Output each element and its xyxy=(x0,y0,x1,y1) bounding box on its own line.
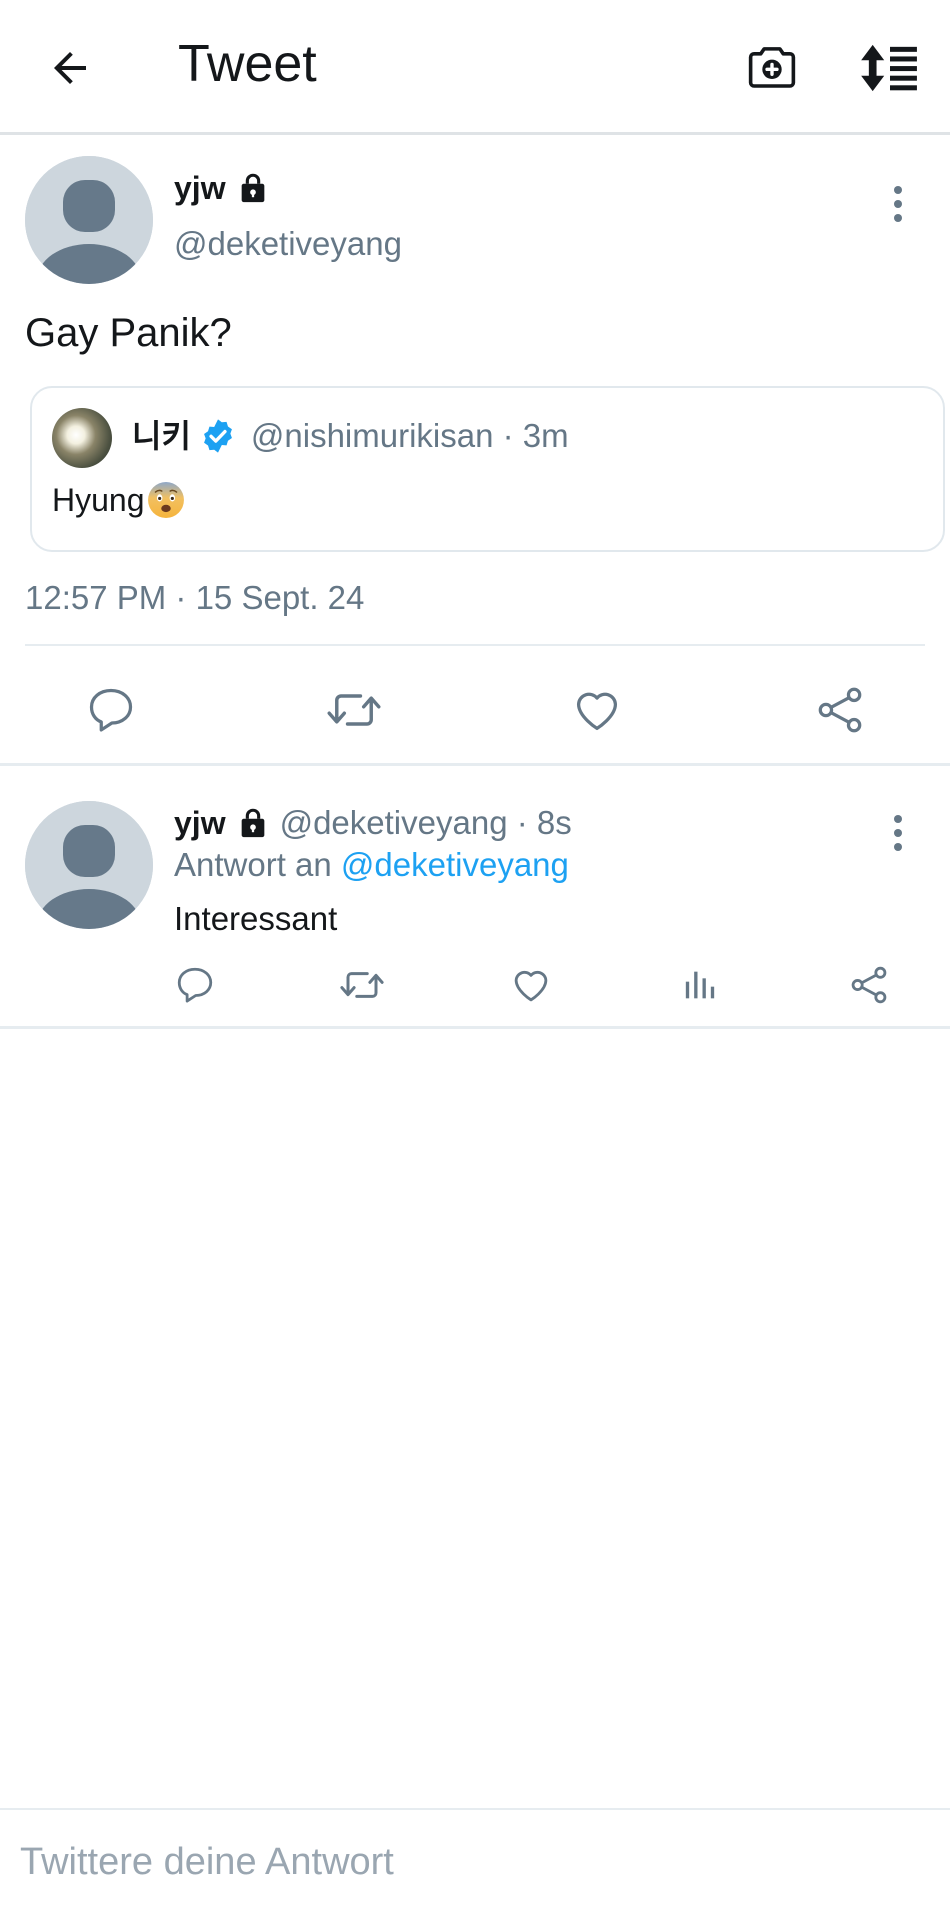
reply-tweet[interactable]: yjw @deketiveyang · 8s Antwort an @deket… xyxy=(0,769,950,1029)
reply-button[interactable] xyxy=(169,959,221,1011)
like-button[interactable] xyxy=(565,678,629,742)
quoted-text: Hyung xyxy=(52,482,145,518)
back-button[interactable] xyxy=(40,38,100,98)
more-vertical-icon xyxy=(894,815,902,851)
avatar[interactable] xyxy=(25,156,153,284)
retweet-icon xyxy=(340,972,384,998)
display-name[interactable]: yjw xyxy=(174,168,226,208)
share-button[interactable] xyxy=(808,678,872,742)
reply-text: Interessant xyxy=(174,900,338,937)
quoted-display-name: 니키 xyxy=(132,417,191,455)
lock-icon xyxy=(241,173,264,203)
default-avatar-icon xyxy=(25,801,153,929)
avatar[interactable] xyxy=(25,801,153,929)
tweet-timestamp: 12:57 PM · 15 Sept. 24 xyxy=(25,579,365,616)
screenshot-button[interactable] xyxy=(740,36,804,100)
heart-icon xyxy=(576,692,618,731)
reply-input[interactable] xyxy=(20,1832,930,1892)
replying-to: Antwort an @deketiveyang xyxy=(174,845,569,885)
reply-prefix: Antwort an xyxy=(174,846,332,883)
camera-plus-icon xyxy=(748,47,796,88)
quoted-avatar[interactable] xyxy=(52,408,112,468)
reply-mention-link[interactable]: @deketiveyang xyxy=(341,846,569,883)
divider xyxy=(25,644,925,646)
page-title: Tweet xyxy=(178,35,317,93)
display-name[interactable]: yjw xyxy=(174,803,226,843)
author-handle[interactable]: @deketiveyang xyxy=(174,224,402,264)
retweet-icon xyxy=(327,694,381,726)
share-icon xyxy=(851,966,887,1004)
arrow-left-icon xyxy=(54,52,86,84)
sort-button[interactable] xyxy=(855,36,925,100)
handle-time: @deketiveyang · 8s xyxy=(279,804,572,841)
main-tweet: yjw @deketiveyang Gay Panik? 니키 @nishimu… xyxy=(0,138,950,766)
fearful-face-emoji xyxy=(147,482,184,518)
reply-icon xyxy=(177,967,213,1003)
stats-icon xyxy=(685,971,715,999)
reply-compose-bar xyxy=(0,1808,950,1920)
lock-icon xyxy=(241,808,264,838)
verified-badge-icon xyxy=(203,419,232,453)
reply-author-row: yjw @deketiveyang · 8s xyxy=(174,803,572,843)
sort-list-icon xyxy=(861,44,917,92)
more-options-button[interactable] xyxy=(880,174,916,234)
retweet-button[interactable] xyxy=(322,678,386,742)
more-vertical-icon xyxy=(894,186,902,222)
share-icon xyxy=(818,687,862,733)
reply-button[interactable] xyxy=(79,678,143,742)
quoted-author-row: 니키 @nishimurikisan · 3m xyxy=(132,416,569,456)
heart-icon xyxy=(514,970,548,1002)
stats-button[interactable] xyxy=(674,959,726,1011)
quoted-tweet-card[interactable]: 니키 @nishimurikisan · 3m Hyung xyxy=(30,386,945,552)
reply-icon xyxy=(89,688,133,732)
share-button[interactable] xyxy=(843,959,895,1011)
quoted-tweet-text: Hyung xyxy=(52,480,185,520)
top-app-bar: Tweet xyxy=(0,0,950,135)
quoted-handle-time: @nishimurikisan · 3m xyxy=(250,417,569,454)
tweet-text: Gay Panik? xyxy=(25,311,232,355)
like-button[interactable] xyxy=(505,959,557,1011)
default-avatar-icon xyxy=(25,156,153,284)
tweet-action-bar xyxy=(0,658,950,758)
retweet-button[interactable] xyxy=(336,959,388,1011)
more-options-button[interactable] xyxy=(880,803,916,863)
author-row: yjw xyxy=(174,168,270,208)
